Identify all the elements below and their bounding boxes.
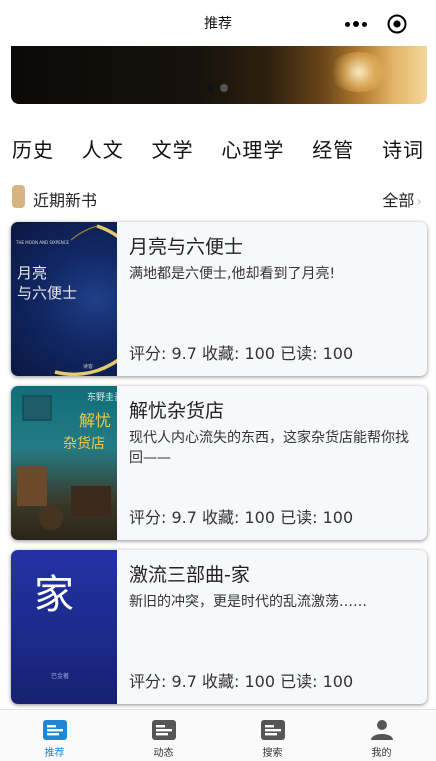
cover-publisher: 读客: [83, 363, 93, 370]
carousel-indicator: [206, 84, 228, 92]
cover-title: 杂货店: [63, 435, 105, 452]
tab-search[interactable]: 搜索: [218, 710, 327, 761]
person-icon: [370, 720, 393, 740]
category-literature[interactable]: 文学: [152, 134, 194, 163]
book-description: 满地都是六便士,他却看到了月亮!: [129, 266, 336, 282]
cover-author: 东野圭吾: [87, 391, 117, 403]
book-stats: 评分: 9.7 收藏: 100 已读: 100: [129, 672, 354, 691]
family-cover-art: 家 巴金著: [34, 572, 74, 680]
book-title[interactable]: 激流三部曲-家: [129, 560, 250, 587]
category-history[interactable]: 历史: [12, 134, 54, 163]
tab-bar: 推荐 动态 搜索 我的: [0, 709, 436, 761]
cover-title: 与六便士: [17, 284, 77, 302]
book-card[interactable]: THE MOON AND SIXPENCE 月亮 与六便士 读客 月亮与六便士 …: [11, 222, 427, 376]
book-card[interactable]: 家 巴金著 激流三部曲-家 新旧的冲突，更是时代的乱流激荡…… 评分: 9.7 …: [11, 550, 427, 704]
banner-carousel[interactable]: [11, 46, 427, 104]
grocery-store-cover-art: 东野圭吾 解忧 杂货店: [17, 391, 117, 530]
cover-title: 月亮: [17, 264, 47, 282]
category-poetry[interactable]: 诗词: [382, 134, 424, 163]
close-target-icon[interactable]: [386, 13, 408, 35]
tab-label: 推荐: [44, 748, 65, 759]
section-marker: [12, 185, 25, 208]
carousel-dot-active: [206, 84, 214, 92]
more-options-icon[interactable]: [338, 13, 374, 35]
view-all-link[interactable]: 全部 ›: [382, 187, 422, 211]
book-cover: 家 巴金著: [11, 550, 117, 704]
tab-mine[interactable]: 我的: [327, 710, 436, 761]
list-icon: [151, 720, 176, 740]
book-description: 新旧的冲突，更是时代的乱流激荡……: [129, 594, 367, 610]
tab-activity[interactable]: 动态: [109, 710, 218, 761]
tab-label: 我的: [371, 748, 392, 759]
cover-author: 巴金著: [51, 672, 69, 680]
book-title[interactable]: 解忧杂货店: [129, 396, 224, 423]
list-icon: [260, 720, 285, 740]
category-list: 历史 人文 文学 心理学 经管 诗词: [12, 134, 424, 163]
mini-program-capsule: [336, 9, 422, 39]
tab-label: 搜索: [262, 748, 283, 759]
category-psychology[interactable]: 心理学: [221, 134, 284, 163]
banner-image: [329, 52, 389, 92]
category-economics[interactable]: 经管: [312, 134, 354, 163]
tab-label: 动态: [153, 748, 174, 759]
cover-title: 解忧: [79, 411, 111, 430]
book-cover: 东野圭吾 解忧 杂货店: [11, 386, 117, 540]
category-humanities[interactable]: 人文: [82, 134, 124, 163]
section-header: 近期新书 全部 ›: [12, 183, 424, 211]
tab-recommend[interactable]: 推荐: [0, 710, 109, 761]
book-stats: 评分: 9.7 收藏: 100 已读: 100: [129, 508, 354, 527]
list-icon: [42, 720, 67, 740]
chevron-right-icon: ›: [416, 194, 422, 210]
book-stats: 评分: 9.7 收藏: 100 已读: 100: [129, 344, 354, 363]
carousel-dot: [220, 84, 228, 92]
cover-top-text: THE MOON AND SIXPENCE: [15, 240, 70, 245]
book-card[interactable]: 东野圭吾 解忧 杂货店 解忧杂货店 现代人内心流失的东西，这家杂货店能帮你找回—…: [11, 386, 427, 540]
book-cover: THE MOON AND SIXPENCE 月亮 与六便士 读客: [11, 222, 117, 376]
cover-title: 家: [34, 572, 74, 618]
moon-cover-art: THE MOON AND SIXPENCE 月亮 与六便士 读客: [15, 224, 117, 376]
view-all-label[interactable]: 全部: [382, 191, 414, 210]
section-title: 近期新书: [33, 191, 98, 210]
book-description: 现代人内心流失的东西，这家杂货店能帮你找回——: [129, 430, 409, 466]
navigation-bar: 推荐: [0, 0, 436, 46]
book-title[interactable]: 月亮与六便士: [129, 232, 243, 259]
